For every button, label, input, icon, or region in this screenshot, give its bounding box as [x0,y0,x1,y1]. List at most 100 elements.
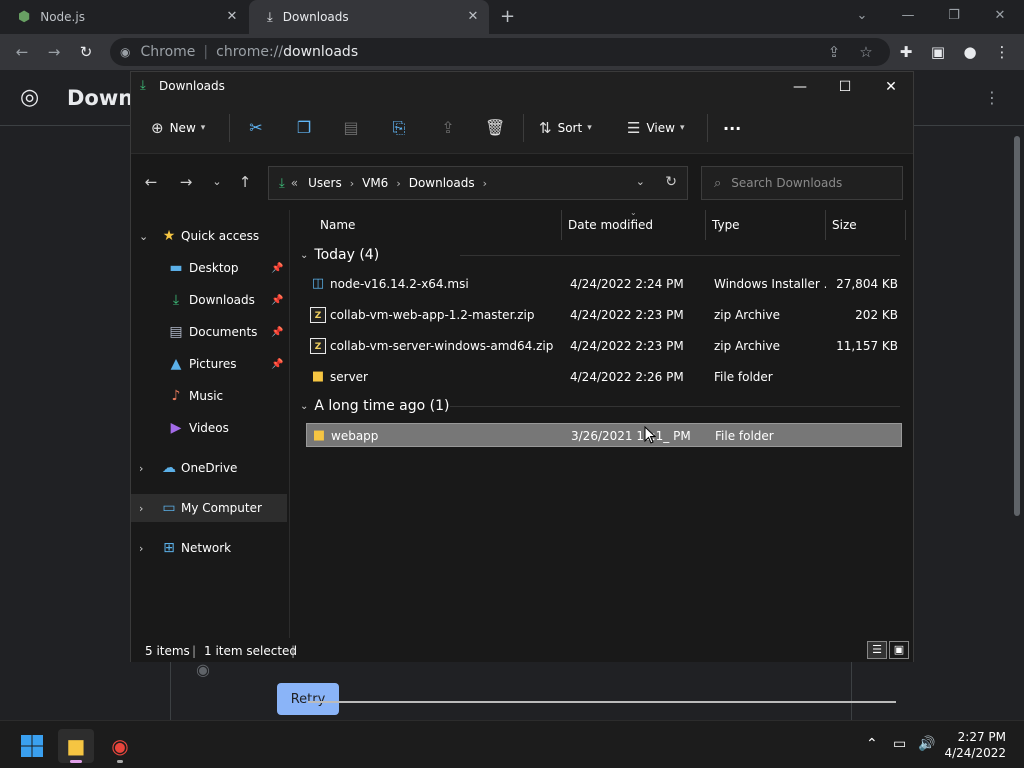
chevron-right-icon[interactable]: › [139,462,143,475]
sidebar-item-desktop[interactable]: ▬ Desktop 📌 [131,254,287,282]
more-options-button[interactable]: ··· [723,116,741,140]
volume-icon[interactable]: 🔊 [918,736,935,752]
crumb-downloads[interactable]: Downloads [409,176,475,190]
overflow-chevron[interactable]: « [291,176,298,190]
crumb-vm6[interactable]: VM6 [362,176,388,190]
crumb-users[interactable]: Users [308,176,342,190]
maximize-icon[interactable]: ☐ [834,76,856,98]
file-row[interactable]: Z collab-vm-server-windows-amd64.zip 4/2… [306,334,902,358]
profile-icon[interactable]: ● [960,42,980,62]
column-size[interactable]: Size [826,210,906,240]
back-icon[interactable]: ← [12,42,32,62]
pin-icon: 📌 [271,294,284,306]
tab-nodejs[interactable]: ⬢ Node.js ✕ [0,0,248,34]
minimize-icon[interactable]: — [789,76,811,98]
tab-close-icon[interactable]: ✕ [224,9,240,25]
sidebar-item-documents[interactable]: ▤ Documents 📌 [131,318,287,346]
file-row[interactable]: ■ webapp 3/26/2021 10:1_ PM File folder [306,423,902,447]
new-tab-icon[interactable]: + [500,8,518,26]
taskbar-clock[interactable]: 2:27 PM 4/24/2022 [944,729,1006,761]
new-button[interactable]: ⊕ New ▾ [151,116,205,140]
extensions-icon[interactable]: ✚ [896,42,916,62]
sort-button[interactable]: ⇅ Sort ▾ [539,116,592,140]
file-row[interactable]: ■ server 4/24/2022 2:26 PM File folder [306,365,902,389]
paste-icon[interactable]: ▤ [341,118,361,138]
zip-icon: Z [310,338,326,354]
up-icon[interactable]: ↑ [235,172,255,192]
group-header-long-ago[interactable]: ⌄ A long time ago (1) [300,395,900,417]
sort-icon: ⇅ [539,119,552,137]
delete-icon[interactable]: 🗑 [485,118,505,138]
copy-icon[interactable]: ❐ [294,118,314,138]
chevron-down-icon[interactable]: ⌄ [636,175,645,188]
forward-icon[interactable]: → [176,172,196,192]
column-date-modified[interactable]: Date modified [562,210,706,240]
chevron-right-icon[interactable]: › [139,542,143,555]
chevron-right-icon[interactable]: › [139,502,143,515]
close-icon[interactable]: ✕ [880,76,902,98]
minimize-icon[interactable]: — [898,6,918,26]
network-icon[interactable]: ▭ [893,736,906,752]
refresh-icon[interactable]: ↻ [665,174,677,190]
share-icon[interactable]: ⇪ [824,42,844,62]
view-button[interactable]: ☰ View ▾ [627,116,684,140]
folder-icon: ■ [66,734,86,758]
column-type[interactable]: Type [706,210,826,240]
omnibox-divider: | [203,44,209,60]
group-header-today[interactable]: ⌄ Today (4) [300,244,900,266]
file-date: 4/24/2022 2:23 PM [570,308,684,322]
reload-icon[interactable]: ↻ [76,42,96,62]
taskbar-chrome[interactable]: ◉ [102,729,138,763]
file-row[interactable]: ◫ node-v16.14.2-x64.msi 4/24/2022 2:24 P… [306,272,902,296]
chevron-right-icon[interactable]: › [483,177,487,190]
back-icon[interactable]: ← [141,172,161,192]
side-panel-icon[interactable]: ▣ [928,42,948,62]
column-name[interactable]: Name [314,210,562,240]
chevron-right-icon[interactable]: › [350,177,354,190]
recent-locations-icon[interactable]: ⌄ [207,172,227,192]
plus-circle-icon: ⊕ [151,119,164,137]
chevron-right-icon[interactable]: › [396,177,400,190]
sidebar-item-downloads[interactable]: ⤓ Downloads 📌 [131,286,287,314]
chevron-down-icon[interactable]: ⌄ [300,401,308,412]
omnibox[interactable]: ◉ Chrome | chrome:// downloads [110,38,890,66]
chevron-down-icon[interactable]: ⌄ [139,230,148,243]
retry-button[interactable]: Retry [277,683,339,715]
chevron-up-icon[interactable]: ⌃ [866,736,878,752]
sidebar-item-quick-access[interactable]: ⌄ ★ Quick access [131,222,287,250]
sidebar-item-music[interactable]: ♪ Music [131,382,287,410]
address-bar[interactable]: ⤓ « Users › VM6 › Downloads › ⌄ ↻ [268,166,688,200]
forward-icon[interactable]: → [44,42,64,62]
sidebar-item-pictures[interactable]: ▲ Pictures 📌 [131,350,287,378]
file-row[interactable]: Z collab-vm-web-app-1.2-master.zip 4/24/… [306,303,902,327]
sidebar-item-my-computer[interactable]: › ▭ My Computer [131,494,287,522]
folder-icon: ■ [312,428,326,443]
page-scrollbar[interactable] [1010,126,1024,716]
tab-search-icon[interactable]: ⌄ [852,6,872,26]
details-view-icon[interactable]: ☰ [867,641,887,659]
chevron-down-icon[interactable]: ⌄ [300,250,308,261]
search-box[interactable]: ⌕ [701,166,903,200]
rename-icon[interactable]: ⎘ [389,118,409,138]
cut-icon[interactable]: ✂ [246,118,266,138]
sidebar-item-network[interactable]: › ⊞ Network [131,534,287,562]
share-icon[interactable]: ⇪ [438,118,458,138]
sidebar-item-onedrive[interactable]: › ☁ OneDrive [131,454,287,482]
page-menu-icon[interactable]: ⋮ [984,88,1000,107]
horizontal-scrollbar[interactable] [308,701,896,703]
clock-date: 4/24/2022 [944,746,1006,760]
site-info-icon[interactable]: ◉ [120,45,130,59]
sidebar-item-videos[interactable]: ▶ Videos [131,414,287,442]
tiles-view-icon[interactable]: ▣ [889,641,909,659]
windows-logo-icon [21,735,43,757]
bookmark-star-icon[interactable]: ☆ [856,42,876,62]
menu-icon[interactable]: ⋮ [992,42,1012,62]
restore-icon[interactable]: ❐ [944,6,964,26]
tab-close-icon[interactable]: ✕ [465,9,481,25]
search-input[interactable] [731,176,892,190]
close-icon[interactable]: ✕ [990,6,1010,26]
desktop-icon: ▬ [169,260,183,276]
taskbar-file-explorer[interactable]: ■ [58,729,94,763]
start-button[interactable] [14,729,50,763]
tab-downloads[interactable]: ⤓ Downloads ✕ [249,0,489,34]
